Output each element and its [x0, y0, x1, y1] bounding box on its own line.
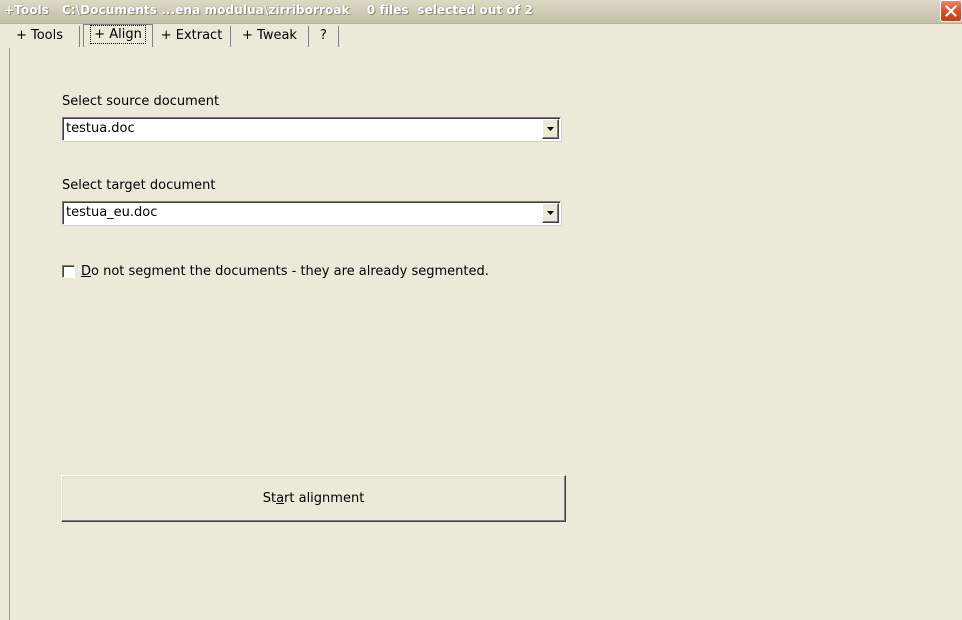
tab-tweak[interactable]: + Tweak [231, 26, 309, 47]
target-document-select[interactable]: testua_eu.doc [62, 201, 561, 225]
no-segment-checkbox[interactable] [62, 265, 75, 278]
source-document-value: testua.doc [66, 121, 135, 136]
no-segment-label-text: o not segment the documents - they are a… [91, 264, 489, 279]
tab-label: + Extract [160, 28, 223, 43]
target-document-label: Select target document [62, 178, 216, 193]
mnemonic-a: a [276, 491, 285, 506]
source-document-select[interactable]: testua.doc [62, 117, 561, 141]
tab-label: + Tools [15, 28, 64, 43]
target-document-value: testua_eu.doc [66, 205, 158, 220]
tab-align[interactable]: + Align [83, 24, 153, 47]
source-dropdown-button[interactable] [542, 119, 559, 139]
source-document-label: Select source document [62, 94, 220, 109]
panel-border [9, 48, 10, 620]
tab-tools[interactable]: + Tools [0, 26, 80, 47]
window-title: +Tools C:\Documents ...ena modulua\zirri… [4, 3, 533, 17]
mnemonic-d: D [81, 264, 92, 279]
start-label-pre: St [262, 491, 277, 506]
tab-strip: + Tools + Align + Extract + Tweak ? [0, 24, 962, 47]
no-segment-label: Do not segment the documents - they are … [81, 264, 489, 279]
title-bar: +Tools C:\Documents ...ena modulua\zirri… [0, 0, 962, 24]
start-label-post: rt alignment [284, 491, 365, 506]
chevron-down-icon [547, 127, 554, 131]
tab-label: + Tweak [242, 28, 297, 43]
tab-label: ? [320, 28, 327, 43]
tab-help[interactable]: ? [309, 26, 339, 47]
close-icon [945, 5, 957, 17]
tab-extract[interactable]: + Extract [153, 26, 231, 47]
chevron-down-icon [547, 211, 554, 215]
target-dropdown-button[interactable] [542, 203, 559, 223]
start-alignment-button[interactable]: Start alignment [61, 475, 566, 522]
tab-label: + Align [90, 25, 146, 44]
close-button[interactable] [940, 0, 962, 22]
